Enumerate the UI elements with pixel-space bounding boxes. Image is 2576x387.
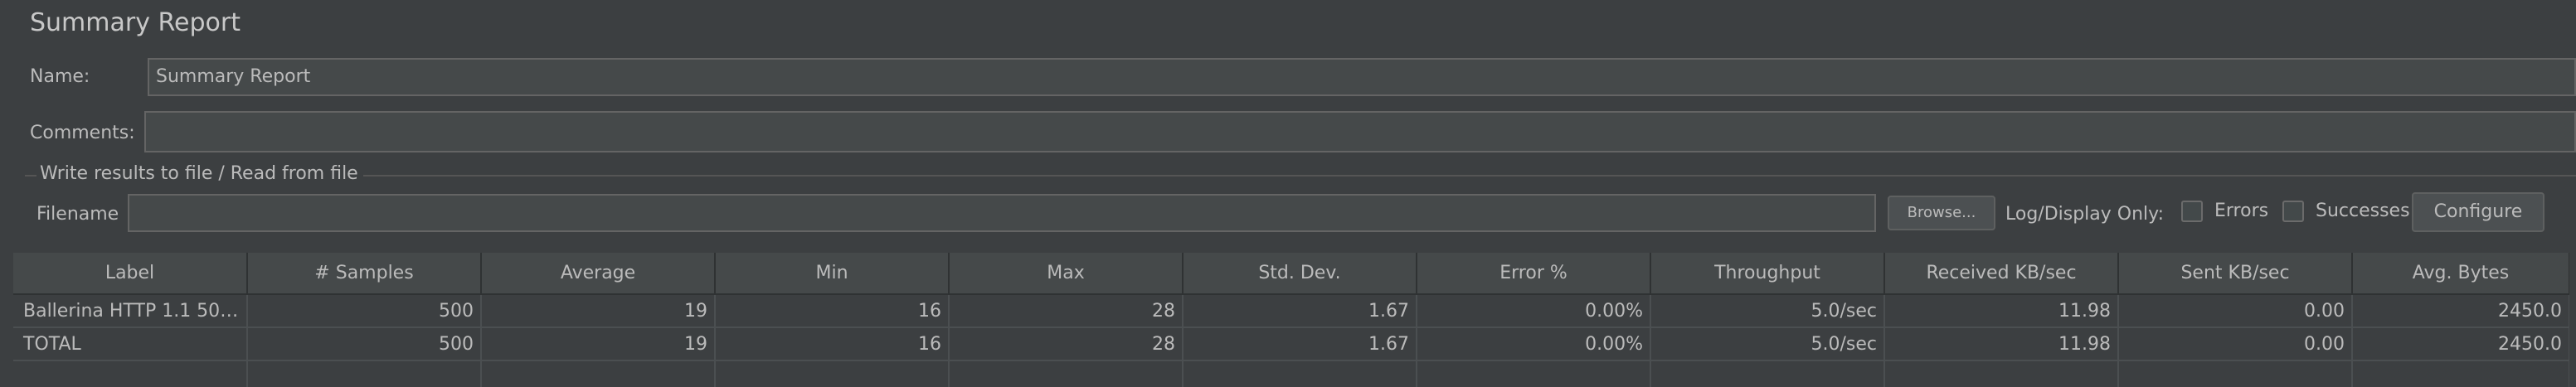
table-cell-min [715,360,950,387]
file-group-border-right [363,175,2576,177]
configure-button[interactable]: Configure [2412,192,2544,232]
name-label: Name: [30,66,90,87]
column-header-label[interactable]: Label [13,253,248,295]
table-cell-label [13,360,248,387]
table-cell-min: 16 [715,294,950,328]
table-cell-min: 16 [715,327,950,361]
table-cell-sent-kb [2118,360,2353,387]
comments-field[interactable] [144,111,2576,152]
summary-report-panel: Summary Report Name: Summary Report Comm… [0,0,2576,387]
table-cell-samples: 500 [247,327,482,361]
table-header-row: Label # Samples Average Min Max Std. Dev… [13,253,2569,295]
table-cell-max [949,360,1184,387]
table-cell-error-percent: 0.00% [1417,294,1651,328]
table-cell-avg-bytes [2352,360,2569,387]
table-cell-average: 19 [481,294,716,328]
table-cell-label: TOTAL [13,327,248,361]
table-row[interactable]: Ballerina HTTP 1.1 500 ... 500 19 16 28 … [13,294,2569,328]
column-header-min[interactable]: Min [715,253,950,295]
table-cell-throughput: 5.0/sec [1650,294,1885,328]
column-header-received-kb[interactable]: Received KB/sec [1884,253,2119,295]
column-header-average[interactable]: Average [481,253,716,295]
errors-checkbox[interactable] [2181,201,2203,222]
filename-field[interactable] [128,194,1876,232]
successes-checkbox[interactable] [2282,201,2304,222]
errors-label: Errors [2214,201,2269,221]
table-cell-samples: 500 [247,294,482,328]
table-row[interactable]: TOTAL 500 19 16 28 1.67 0.00% 5.0/sec 11… [13,327,2569,361]
column-header-sent-kb[interactable]: Sent KB/sec [2118,253,2353,295]
browse-button[interactable]: Browse... [1888,196,1995,230]
file-group-title: Write results to file / Read from file [40,163,358,184]
table-cell-received-kb: 11.98 [1884,327,2119,361]
table-cell-std-dev: 1.67 [1183,327,1417,361]
panel-title: Summary Report [30,8,241,37]
table-cell-std-dev [1183,360,1417,387]
table-cell-received-kb: 11.98 [1884,294,2119,328]
successes-label: Successes [2316,201,2410,221]
table-cell-error-percent: 0.00% [1417,327,1651,361]
name-field[interactable]: Summary Report [148,58,2576,96]
table-cell-max: 28 [949,327,1184,361]
table-cell-received-kb [1884,360,2119,387]
column-header-samples[interactable]: # Samples [247,253,482,295]
table-cell-avg-bytes: 2450.0 [2352,327,2569,361]
table-cell-average [481,360,716,387]
comments-label: Comments: [30,123,135,143]
table-cell-average: 19 [481,327,716,361]
log-display-label: Log/Display Only: [2005,204,2164,225]
column-header-error-percent[interactable]: Error % [1417,253,1651,295]
table-cell-sent-kb: 0.00 [2118,294,2353,328]
results-table: Label # Samples Average Min Max Std. Dev… [13,253,2569,387]
column-header-max[interactable]: Max [949,253,1184,295]
table-cell-throughput: 5.0/sec [1650,327,1885,361]
column-header-throughput[interactable]: Throughput [1650,253,1885,295]
table-cell-throughput [1650,360,1885,387]
table-cell-sent-kb: 0.00 [2118,327,2353,361]
table-cell-avg-bytes: 2450.0 [2352,294,2569,328]
file-group-border-left [25,175,36,177]
column-header-std-dev[interactable]: Std. Dev. [1183,253,1417,295]
table-cell-std-dev: 1.67 [1183,294,1417,328]
column-header-avg-bytes[interactable]: Avg. Bytes [2352,253,2569,295]
table-cell-max: 28 [949,294,1184,328]
table-cell-samples [247,360,482,387]
table-cell-label: Ballerina HTTP 1.1 500 ... [13,294,248,328]
table-row-empty [13,360,2569,387]
filename-label: Filename [36,204,119,225]
table-cell-error-percent [1417,360,1651,387]
